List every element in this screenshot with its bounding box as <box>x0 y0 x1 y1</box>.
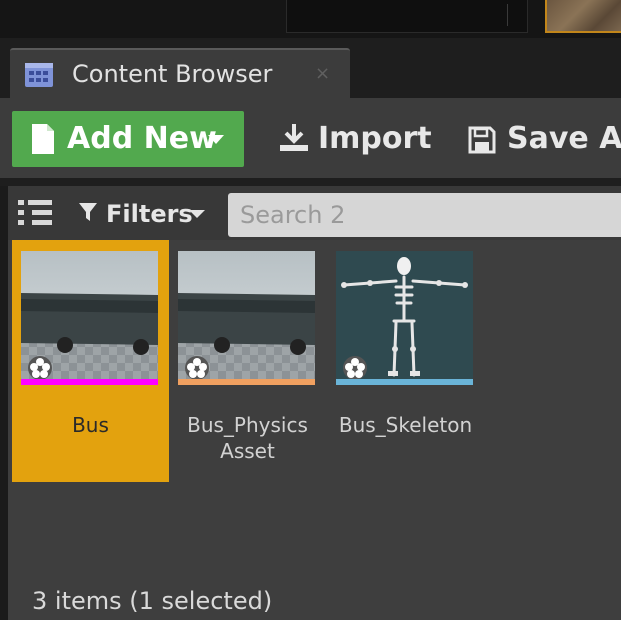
toolbar: Add New Import Save All <box>0 98 621 178</box>
save-icon <box>468 126 496 154</box>
status-text: 3 items (1 selected) <box>32 587 273 615</box>
viewport-toolbar-box <box>286 0 528 33</box>
divider <box>507 4 508 26</box>
funnel-icon <box>78 202 98 222</box>
asset-tile-bus-physics[interactable]: Bus_Physics Asset <box>169 240 326 482</box>
import-button[interactable]: Import <box>272 111 432 167</box>
filters-button[interactable]: Filters <box>78 196 218 230</box>
asset-type-bar <box>178 379 315 385</box>
tab-content-browser[interactable]: Content Browser × <box>10 48 350 98</box>
filter-bar: Filters <box>8 186 621 240</box>
asset-panel: Filters Search 2 Bus Bus_Physics Asset B… <box>8 186 621 620</box>
asset-tile-bus[interactable]: Bus <box>12 240 169 482</box>
import-label: Import <box>318 121 432 156</box>
asset-type-bar <box>336 379 473 385</box>
tab-bar: Content Browser × <box>0 38 621 98</box>
asset-name: Bus <box>72 413 109 437</box>
tab-title: Content Browser <box>72 60 273 88</box>
import-icon <box>277 122 311 154</box>
asset-name: Bus_Physics Asset <box>187 413 308 463</box>
viewport-thumbnail[interactable] <box>545 0 621 33</box>
search-input[interactable] <box>228 193 621 237</box>
asset-star-icon <box>342 355 368 381</box>
separator <box>0 178 621 186</box>
filters-label: Filters <box>106 200 193 228</box>
asset-tile-bus-skeleton[interactable]: Bus_Skeleton <box>327 240 484 482</box>
chevron-down-icon <box>208 135 224 144</box>
save-all-label: Save All <box>507 121 621 156</box>
asset-type-bar <box>21 379 158 385</box>
asset-name: Bus_Skeleton <box>338 413 473 437</box>
save-all-button[interactable]: Save All <box>463 111 621 167</box>
viewport-strip <box>0 0 621 38</box>
chevron-down-icon <box>189 210 205 218</box>
asset-thumbnail <box>336 251 473 385</box>
asset-thumbnail <box>178 251 315 385</box>
asset-star-icon <box>27 355 53 381</box>
asset-star-icon <box>184 355 210 381</box>
document-icon <box>30 123 56 155</box>
add-new-label: Add New <box>67 121 217 156</box>
close-icon[interactable]: × <box>315 64 330 84</box>
view-toggle-icon[interactable] <box>18 198 54 228</box>
content-browser-icon <box>24 62 54 88</box>
asset-thumbnail <box>21 251 158 385</box>
add-new-button[interactable]: Add New <box>12 111 244 167</box>
